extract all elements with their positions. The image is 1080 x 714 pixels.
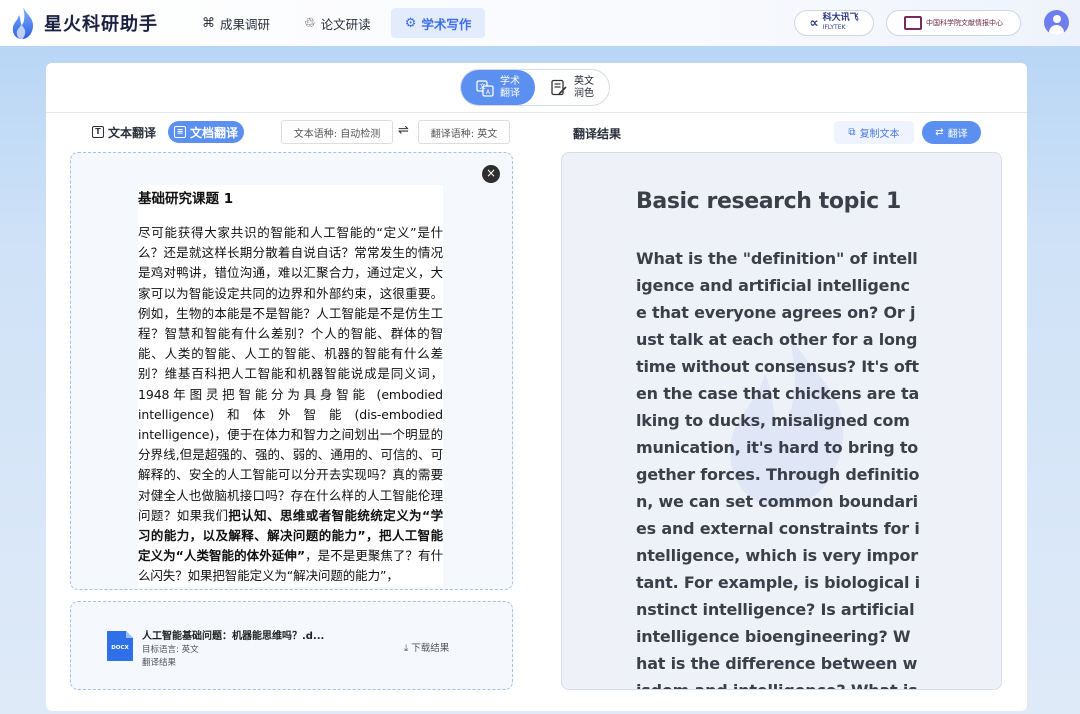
result-document-body: What is the "definition" of intelligence… [636, 249, 920, 689]
result-document-title: Basic research topic 1 [636, 189, 901, 214]
top-navigation-bar: 星火科研助手 ⌘ 成果调研 ♲ 论文研读 ⚙ 学术写作 ∝ 科大讯飞 IFLYT… [0, 0, 1080, 46]
swap-language-icon[interactable]: ⇌ [398, 123, 409, 138]
translate-icon: 文 A [476, 79, 494, 97]
copy-icon: ⧉ [848, 127, 856, 138]
translate-small-icon: ⇄ [935, 127, 944, 138]
brand[interactable]: 星火科研助手 [10, 6, 158, 40]
file-status: 翻译结果 [142, 658, 177, 668]
cas-logo-icon [904, 16, 922, 30]
result-title: 翻译结果 [573, 127, 622, 141]
source-language-select[interactable]: 文本语种: 自动检测 [281, 120, 393, 144]
docx-file-icon: DOCX [107, 631, 133, 661]
nav-label: 论文研读 [320, 16, 371, 32]
document-preview: 基础研究课题 1 尽可能获得大家共识的智能和人工智能的“定义”是什么？还是就这样… [138, 185, 443, 587]
translate-mode-tabs: T 文本翻译 ≡ 文档翻译 [86, 121, 245, 143]
text-translate-tab[interactable]: T 文本翻译 [86, 121, 162, 143]
file-name: 人工智能基础问题：机器能思维吗？.d... [142, 631, 325, 642]
english-polish-tab[interactable]: 英文 润色 [535, 70, 609, 105]
iflytek-logo-icon: ∝ [809, 15, 819, 31]
write-icon: ⚙ [404, 15, 417, 31]
user-avatar[interactable] [1044, 10, 1069, 35]
user-icon [1052, 15, 1061, 23]
source-document-panel[interactable]: × 基础研究课题 1 尽可能获得大家共识的智能和人工智能的“定义”是什么？还是就… [70, 152, 513, 590]
nav-label: 学术写作 [421, 16, 472, 32]
nav-item-academic-writing[interactable]: ⚙ 学术写作 [390, 8, 486, 38]
document-body: 尽可能获得大家共识的智能和人工智能的“定义”是什么？还是就这样长期分散着自说自话… [138, 225, 443, 584]
svg-text:文: 文 [480, 82, 486, 90]
app-name: 星火科研助手 [44, 14, 158, 35]
close-icon[interactable]: × [482, 165, 500, 183]
chart-icon: ⌘ [202, 15, 215, 31]
target-language-select[interactable]: 翻译语种: 英文 [418, 120, 510, 144]
read-icon: ♲ [304, 15, 316, 31]
uploaded-file-panel: DOCX 人工智能基础问题：机器能思维吗？.d... 目标语言: 英文 翻译结果… [70, 601, 513, 690]
iflytek-name: 科大讯飞 [822, 13, 859, 23]
nav-item-paper-reading[interactable]: ♲ 论文研读 [290, 8, 385, 38]
nav-item-research[interactable]: ⌘ 成果调研 [188, 8, 284, 38]
academic-translate-tab[interactable]: 文 A 学术 翻译 [461, 70, 535, 105]
main-card: 文 A 学术 翻译 英文 润色 T 文本翻译 ≡ 文档翻译 文本语种: 自动检测… [46, 63, 1027, 711]
translation-result-panel[interactable]: Basic research topic 1 What is the "defi… [561, 152, 1002, 690]
doc-translate-tab[interactable]: ≡ 文档翻译 [168, 121, 245, 143]
cas-partner-badge[interactable]: 中国科学院文献情报中心 [886, 10, 1021, 36]
flame-logo-icon [12, 7, 34, 39]
nav-label: 成果调研 [220, 16, 271, 32]
document-icon: ≡ [174, 126, 187, 138]
function-switcher: 文 A 学术 翻译 英文 润色 [460, 69, 610, 106]
svg-text:DOCX: DOCX [111, 645, 129, 651]
copy-text-button[interactable]: ⧉ 复制文本 [834, 121, 914, 144]
text-icon: T [92, 126, 104, 138]
translate-button[interactable]: ⇄ 翻译 [922, 121, 981, 144]
file-target-language: 目标语言: 英文 [142, 645, 199, 655]
download-icon: ⤓ [404, 643, 409, 654]
cas-name: 中国科学院文献情报中心 [926, 19, 1003, 27]
polish-icon [551, 79, 567, 95]
document-title: 基础研究课题 1 [138, 191, 234, 207]
main-nav: ⌘ 成果调研 ♲ 论文研读 ⚙ 学术写作 [188, 8, 486, 38]
iflytek-name-en: IFLYTEK [822, 24, 846, 31]
iflytek-partner-badge[interactable]: ∝ 科大讯飞 IFLYTEK [794, 10, 874, 36]
download-result-button[interactable]: ⤓ 下载结果 [404, 640, 449, 654]
header-divider [46, 112, 1027, 113]
